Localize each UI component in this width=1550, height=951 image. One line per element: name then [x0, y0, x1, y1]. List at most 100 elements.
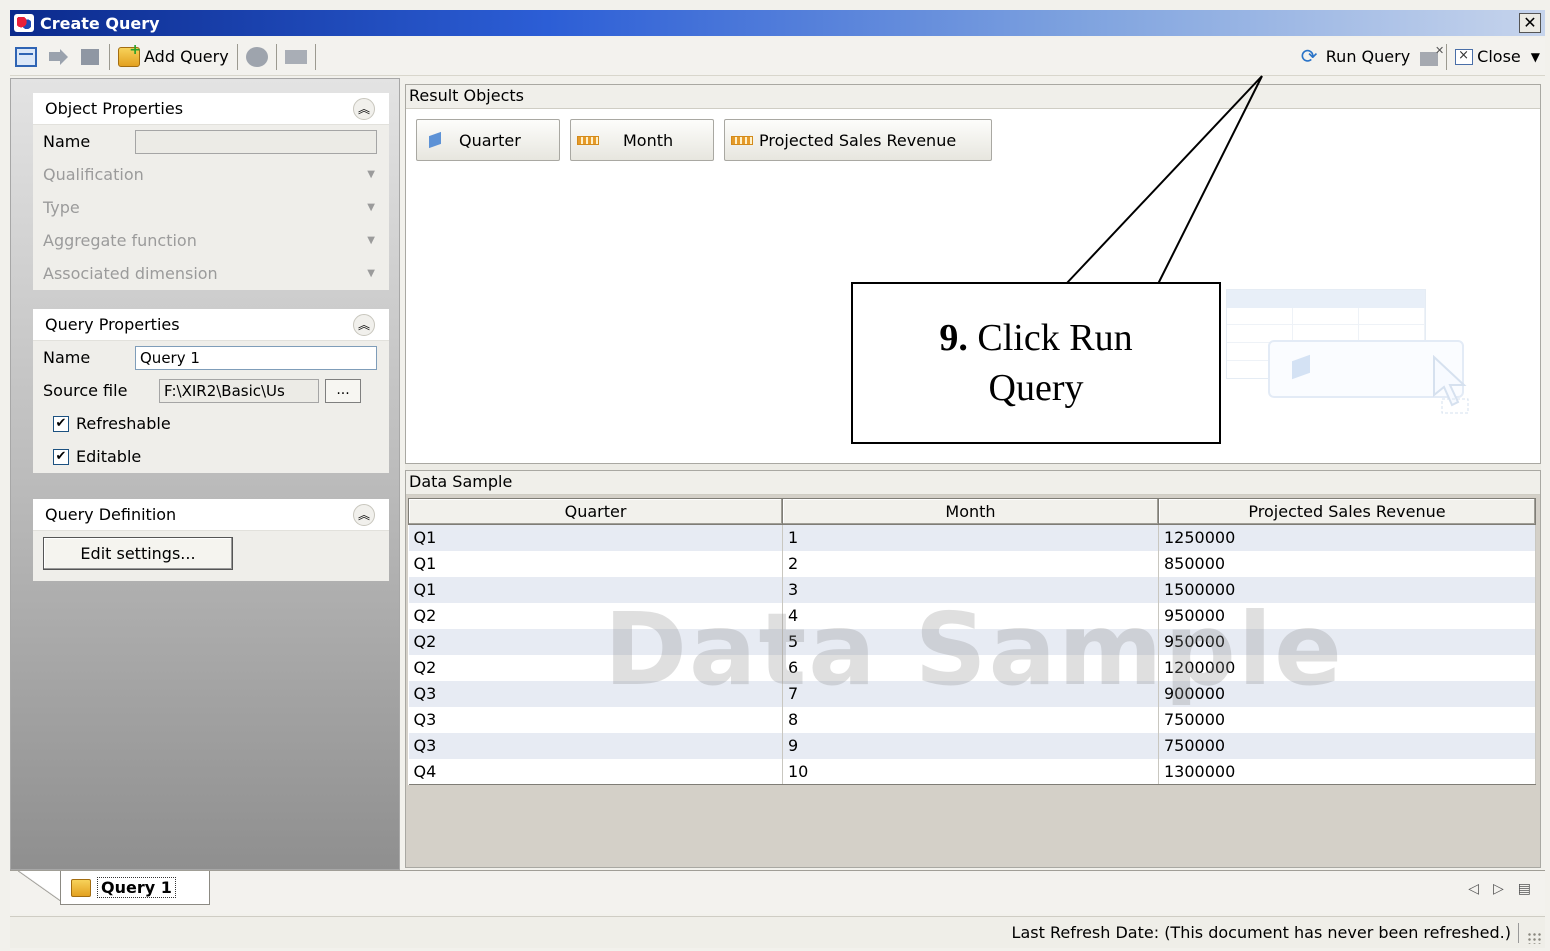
sql-button[interactable] [280, 43, 312, 71]
tab-query-1[interactable]: Query 1 [60, 871, 210, 905]
aggregate-function-dropdown[interactable]: Aggregate function ▼ [33, 224, 389, 257]
object-name-label: Name [43, 132, 91, 151]
type-dropdown[interactable]: Type ▼ [33, 191, 389, 224]
column-header-quarter[interactable]: Quarter [408, 498, 783, 525]
table-row: Q2 4 950000 [408, 602, 1536, 629]
object-name-row: Name [33, 125, 389, 158]
query-name-input[interactable]: Query 1 [135, 345, 377, 370]
table-cell: 10 [782, 758, 1159, 785]
table-cell: 1500000 [1158, 576, 1536, 603]
grid-icon [81, 48, 99, 65]
result-object-quarter[interactable]: Quarter [416, 119, 560, 161]
status-separator [1518, 923, 1519, 943]
section-title: Query Definition [45, 505, 177, 524]
add-query-label: Add Query [144, 47, 229, 66]
collapse-icon[interactable]: ︽ [353, 97, 375, 120]
aggregate-function-label: Aggregate function [43, 231, 197, 250]
table-cell: Q1 [408, 524, 783, 551]
table-cell: Q3 [408, 706, 783, 733]
editable-checkbox[interactable]: ✔ Editable [33, 440, 389, 473]
combine-icon [245, 46, 268, 67]
section-title: Query Properties [45, 315, 180, 334]
tab-edge [18, 871, 66, 905]
table-cell: 1300000 [1158, 758, 1536, 785]
table-cell: 900000 [1158, 680, 1536, 707]
layout-button[interactable] [10, 43, 42, 71]
result-object-label: Projected Sales Revenue [759, 130, 957, 150]
window-title: Create Query [40, 13, 160, 33]
source-file-field[interactable]: F:\XIR2\Basic\Us [159, 378, 319, 403]
query-icon [71, 878, 91, 897]
collapse-icon[interactable]: ︽ [353, 313, 375, 336]
table-cell: 9 [782, 732, 1159, 759]
chevron-down-icon: ▼ [367, 235, 375, 246]
toolbar-separator [109, 43, 110, 70]
checkbox-checked-icon: ✔ [53, 415, 69, 432]
table-cell: 4 [782, 602, 1159, 629]
table-row: Q3 9 750000 [408, 732, 1536, 759]
edit-settings-button[interactable]: Edit settings... [43, 537, 233, 570]
table-cell: Q4 [408, 758, 783, 785]
chevron-down-icon[interactable]: ▼ [1531, 50, 1540, 64]
result-object-projected-sales-revenue[interactable]: Projected Sales Revenue [724, 119, 992, 161]
result-object-month[interactable]: Month [570, 119, 714, 161]
callout-text-2: Query [988, 367, 1084, 409]
checkbox-checked-icon: ✔ [53, 448, 69, 465]
table-cell: 750000 [1158, 706, 1536, 733]
collapse-icon[interactable]: ︽ [353, 503, 375, 526]
table-row: Q3 8 750000 [408, 706, 1536, 733]
grid-button[interactable] [74, 43, 106, 71]
table-cell: 5 [782, 628, 1159, 655]
table-row: Q2 6 1200000 [408, 654, 1536, 681]
properties-panel: Object Properties ︽ Name Qualification ▼ … [10, 78, 400, 870]
query-properties-section: Query Properties ︽ Name Query 1 Source f… [33, 309, 389, 473]
combine-button[interactable] [241, 43, 273, 71]
refreshable-checkbox[interactable]: ✔ Refreshable [33, 407, 389, 440]
table-row: Q1 3 1500000 [408, 576, 1536, 603]
toolbar-separator [275, 43, 277, 70]
chevron-down-icon: ▼ [367, 268, 375, 279]
column-header-month[interactable]: Month [782, 498, 1159, 525]
table-cell: 1200000 [1158, 654, 1536, 681]
move-arrow-icon [47, 47, 69, 67]
table-cell: Q3 [408, 732, 783, 759]
tab-navigation: ◁ ▷ ▤ [1468, 881, 1531, 897]
tab-list-icon[interactable]: ▤ [1518, 881, 1531, 897]
window-close-button[interactable]: ✕ [1519, 13, 1541, 33]
query-name-row: Name Query 1 [33, 341, 389, 374]
table-row: Q2 5 950000 [408, 628, 1536, 655]
callout-line-1: 9. Click Run [853, 313, 1219, 363]
qualification-dropdown[interactable]: Qualification ▼ [33, 158, 389, 191]
result-object-label: Quarter [459, 130, 521, 150]
callout-step-number: 9. [939, 317, 968, 359]
toolbar-separator [314, 43, 316, 70]
table-cell: 8 [782, 706, 1159, 733]
column-header-projected-sales-revenue[interactable]: Projected Sales Revenue [1158, 498, 1536, 525]
status-bar: Last Refresh Date: (This document has ne… [10, 916, 1545, 948]
run-query-button[interactable]: Run Query [1295, 43, 1415, 71]
query-name-label: Name [43, 348, 91, 367]
browse-button[interactable]: ... [325, 378, 361, 403]
query-tab-strip: Query 1 ◁ ▷ ▤ [10, 870, 1545, 914]
table-cell: 3 [782, 576, 1159, 603]
status-text: Last Refresh Date: (This document has ne… [1011, 923, 1511, 942]
tab-prev-icon[interactable]: ◁ [1468, 881, 1479, 897]
delete-icon [1420, 44, 1444, 66]
table-cell: 6 [782, 654, 1159, 681]
table-cell: 1250000 [1158, 524, 1536, 551]
editable-label: Editable [76, 447, 142, 466]
resize-grip-icon[interactable] [1527, 932, 1541, 944]
move-button[interactable] [42, 43, 74, 71]
add-query-button[interactable]: Add Query [113, 42, 234, 71]
section-header: Object Properties ︽ [33, 93, 389, 125]
table-cell: 950000 [1158, 628, 1536, 655]
tab-next-icon[interactable]: ▷ [1493, 881, 1504, 897]
close-query-button[interactable]: Close ▼ [1450, 43, 1545, 71]
object-name-field[interactable] [135, 129, 377, 154]
data-sample-table: Quarter Month Projected Sales Revenue Q1… [408, 498, 1536, 785]
table-row: Q3 7 900000 [408, 680, 1536, 707]
associated-dimension-dropdown[interactable]: Associated dimension ▼ [33, 257, 389, 290]
purge-button[interactable] [1415, 43, 1444, 71]
section-header: Query Properties ︽ [33, 309, 389, 341]
table-cell: 2 [782, 550, 1159, 577]
